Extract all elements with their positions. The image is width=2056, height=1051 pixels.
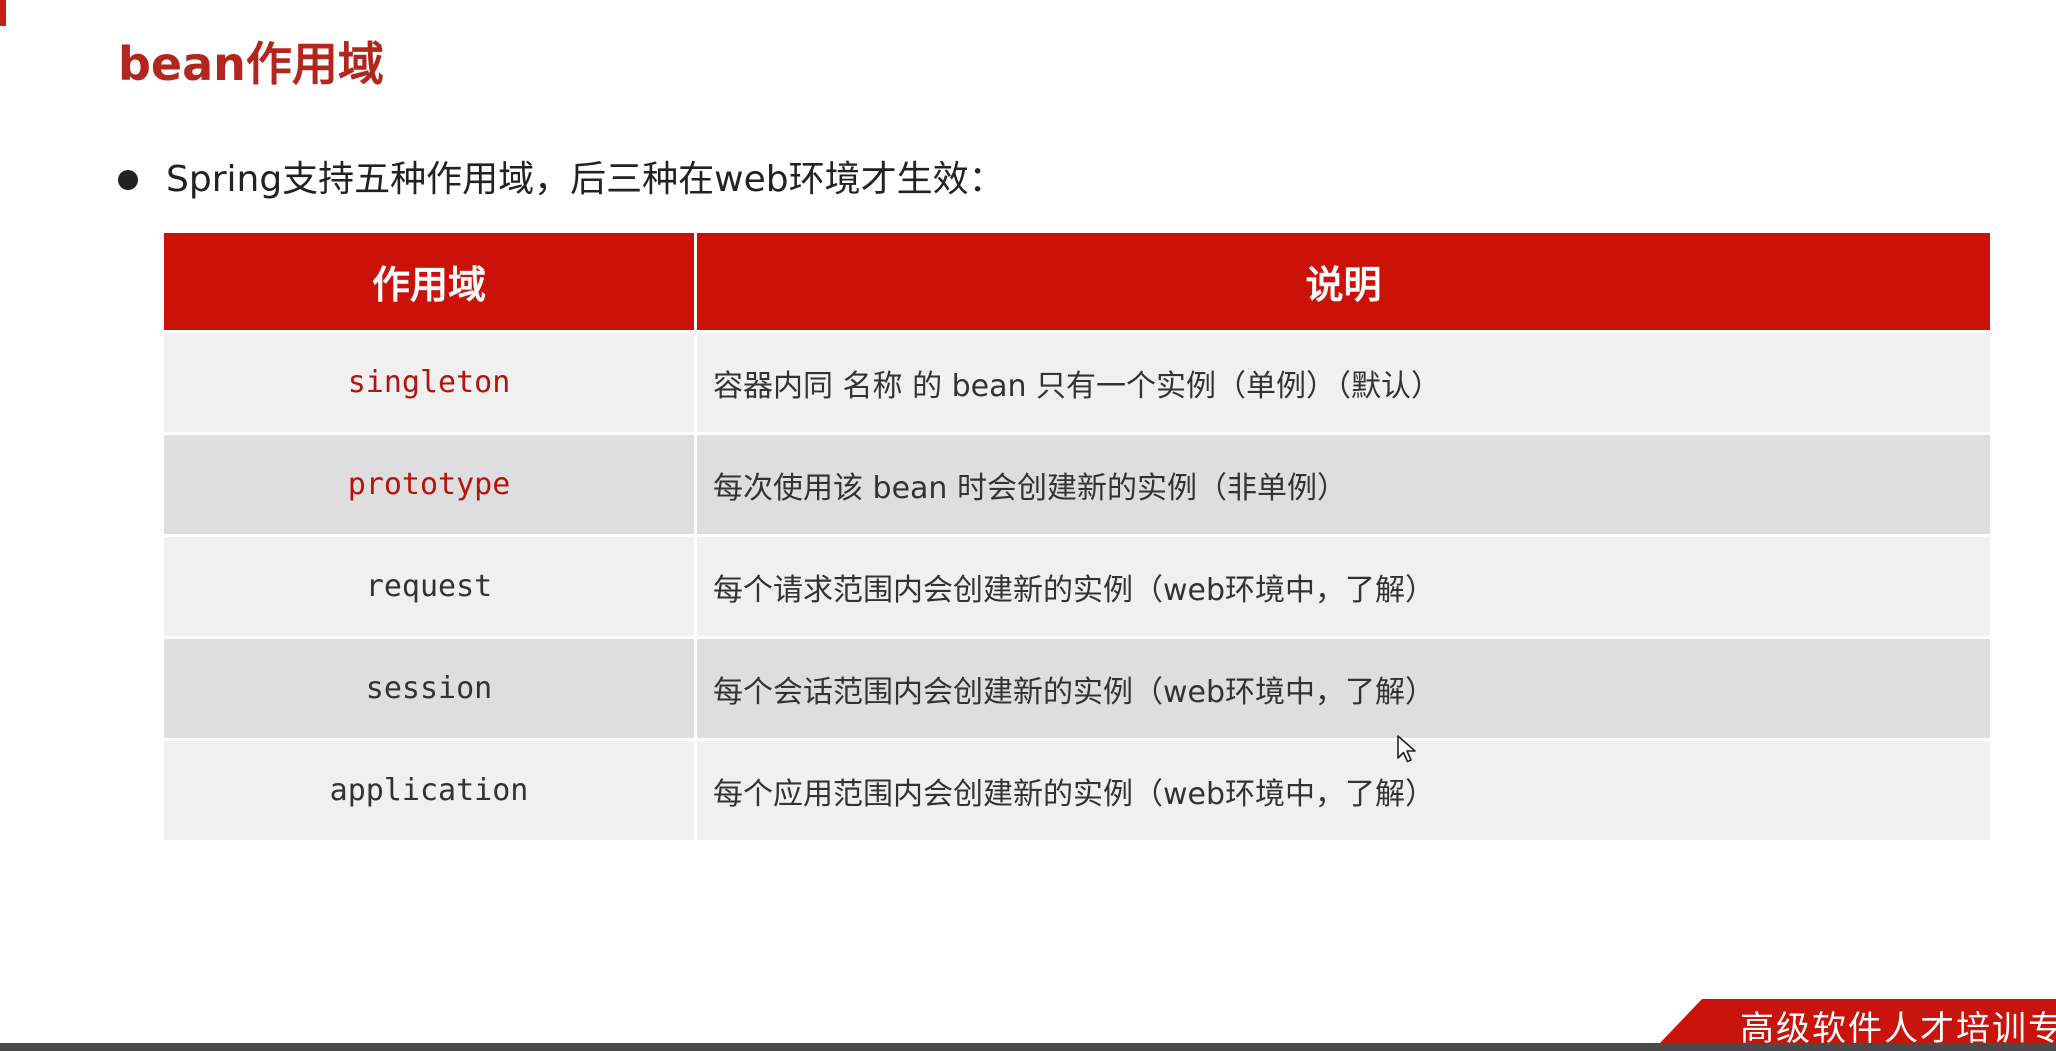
mouse-cursor-icon: [1397, 735, 1416, 763]
scope-description: 容器内同 名称 的 bean 只有一个实例（单例）（默认）: [697, 330, 1990, 432]
bullet-point: Spring支持五种作用域，后三种在web环境才生效：: [118, 150, 1005, 210]
bullet-dot-icon: [118, 170, 138, 190]
scope-name: prototype: [164, 432, 697, 534]
scope-name: singleton: [164, 330, 697, 432]
header-scope: 作用域: [164, 233, 697, 330]
corner-mark: [0, 0, 6, 26]
footer-banner-text: 高级软件人才培训专: [1740, 1009, 2056, 1043]
slide-title: bean作用域: [118, 37, 384, 91]
scope-name: application: [164, 738, 697, 840]
bottom-bar: [0, 1043, 2056, 1051]
scope-table: 作用域 说明 singleton 容器内同 名称 的 bean 只有一个实例（单…: [164, 233, 1990, 840]
scope-description: 每次使用该 bean 时会创建新的实例（非单例）: [697, 432, 1990, 534]
scope-name: session: [164, 636, 697, 738]
slide: bean作用域 Spring支持五种作用域，后三种在web环境才生效： 作用域 …: [0, 0, 2056, 1051]
scope-description: 每个应用范围内会创建新的实例（web环境中，了解）: [697, 738, 1990, 840]
table-row: session 每个会话范围内会创建新的实例（web环境中，了解）: [164, 636, 1990, 738]
table-row: prototype 每次使用该 bean 时会创建新的实例（非单例）: [164, 432, 1990, 534]
scope-description: 每个请求范围内会创建新的实例（web环境中，了解）: [697, 534, 1990, 636]
table-header-row: 作用域 说明: [164, 233, 1990, 330]
bullet-text: Spring支持五种作用域，后三种在web环境才生效：: [166, 159, 1005, 200]
table-row: singleton 容器内同 名称 的 bean 只有一个实例（单例）（默认）: [164, 330, 1990, 432]
scope-name: request: [164, 534, 697, 636]
table-row: request 每个请求范围内会创建新的实例（web环境中，了解）: [164, 534, 1990, 636]
footer-banner: 高级软件人才培训专: [1660, 999, 2056, 1043]
scope-description: 每个会话范围内会创建新的实例（web环境中，了解）: [697, 636, 1990, 738]
header-description: 说明: [697, 233, 1990, 330]
table-row: application 每个应用范围内会创建新的实例（web环境中，了解）: [164, 738, 1990, 840]
